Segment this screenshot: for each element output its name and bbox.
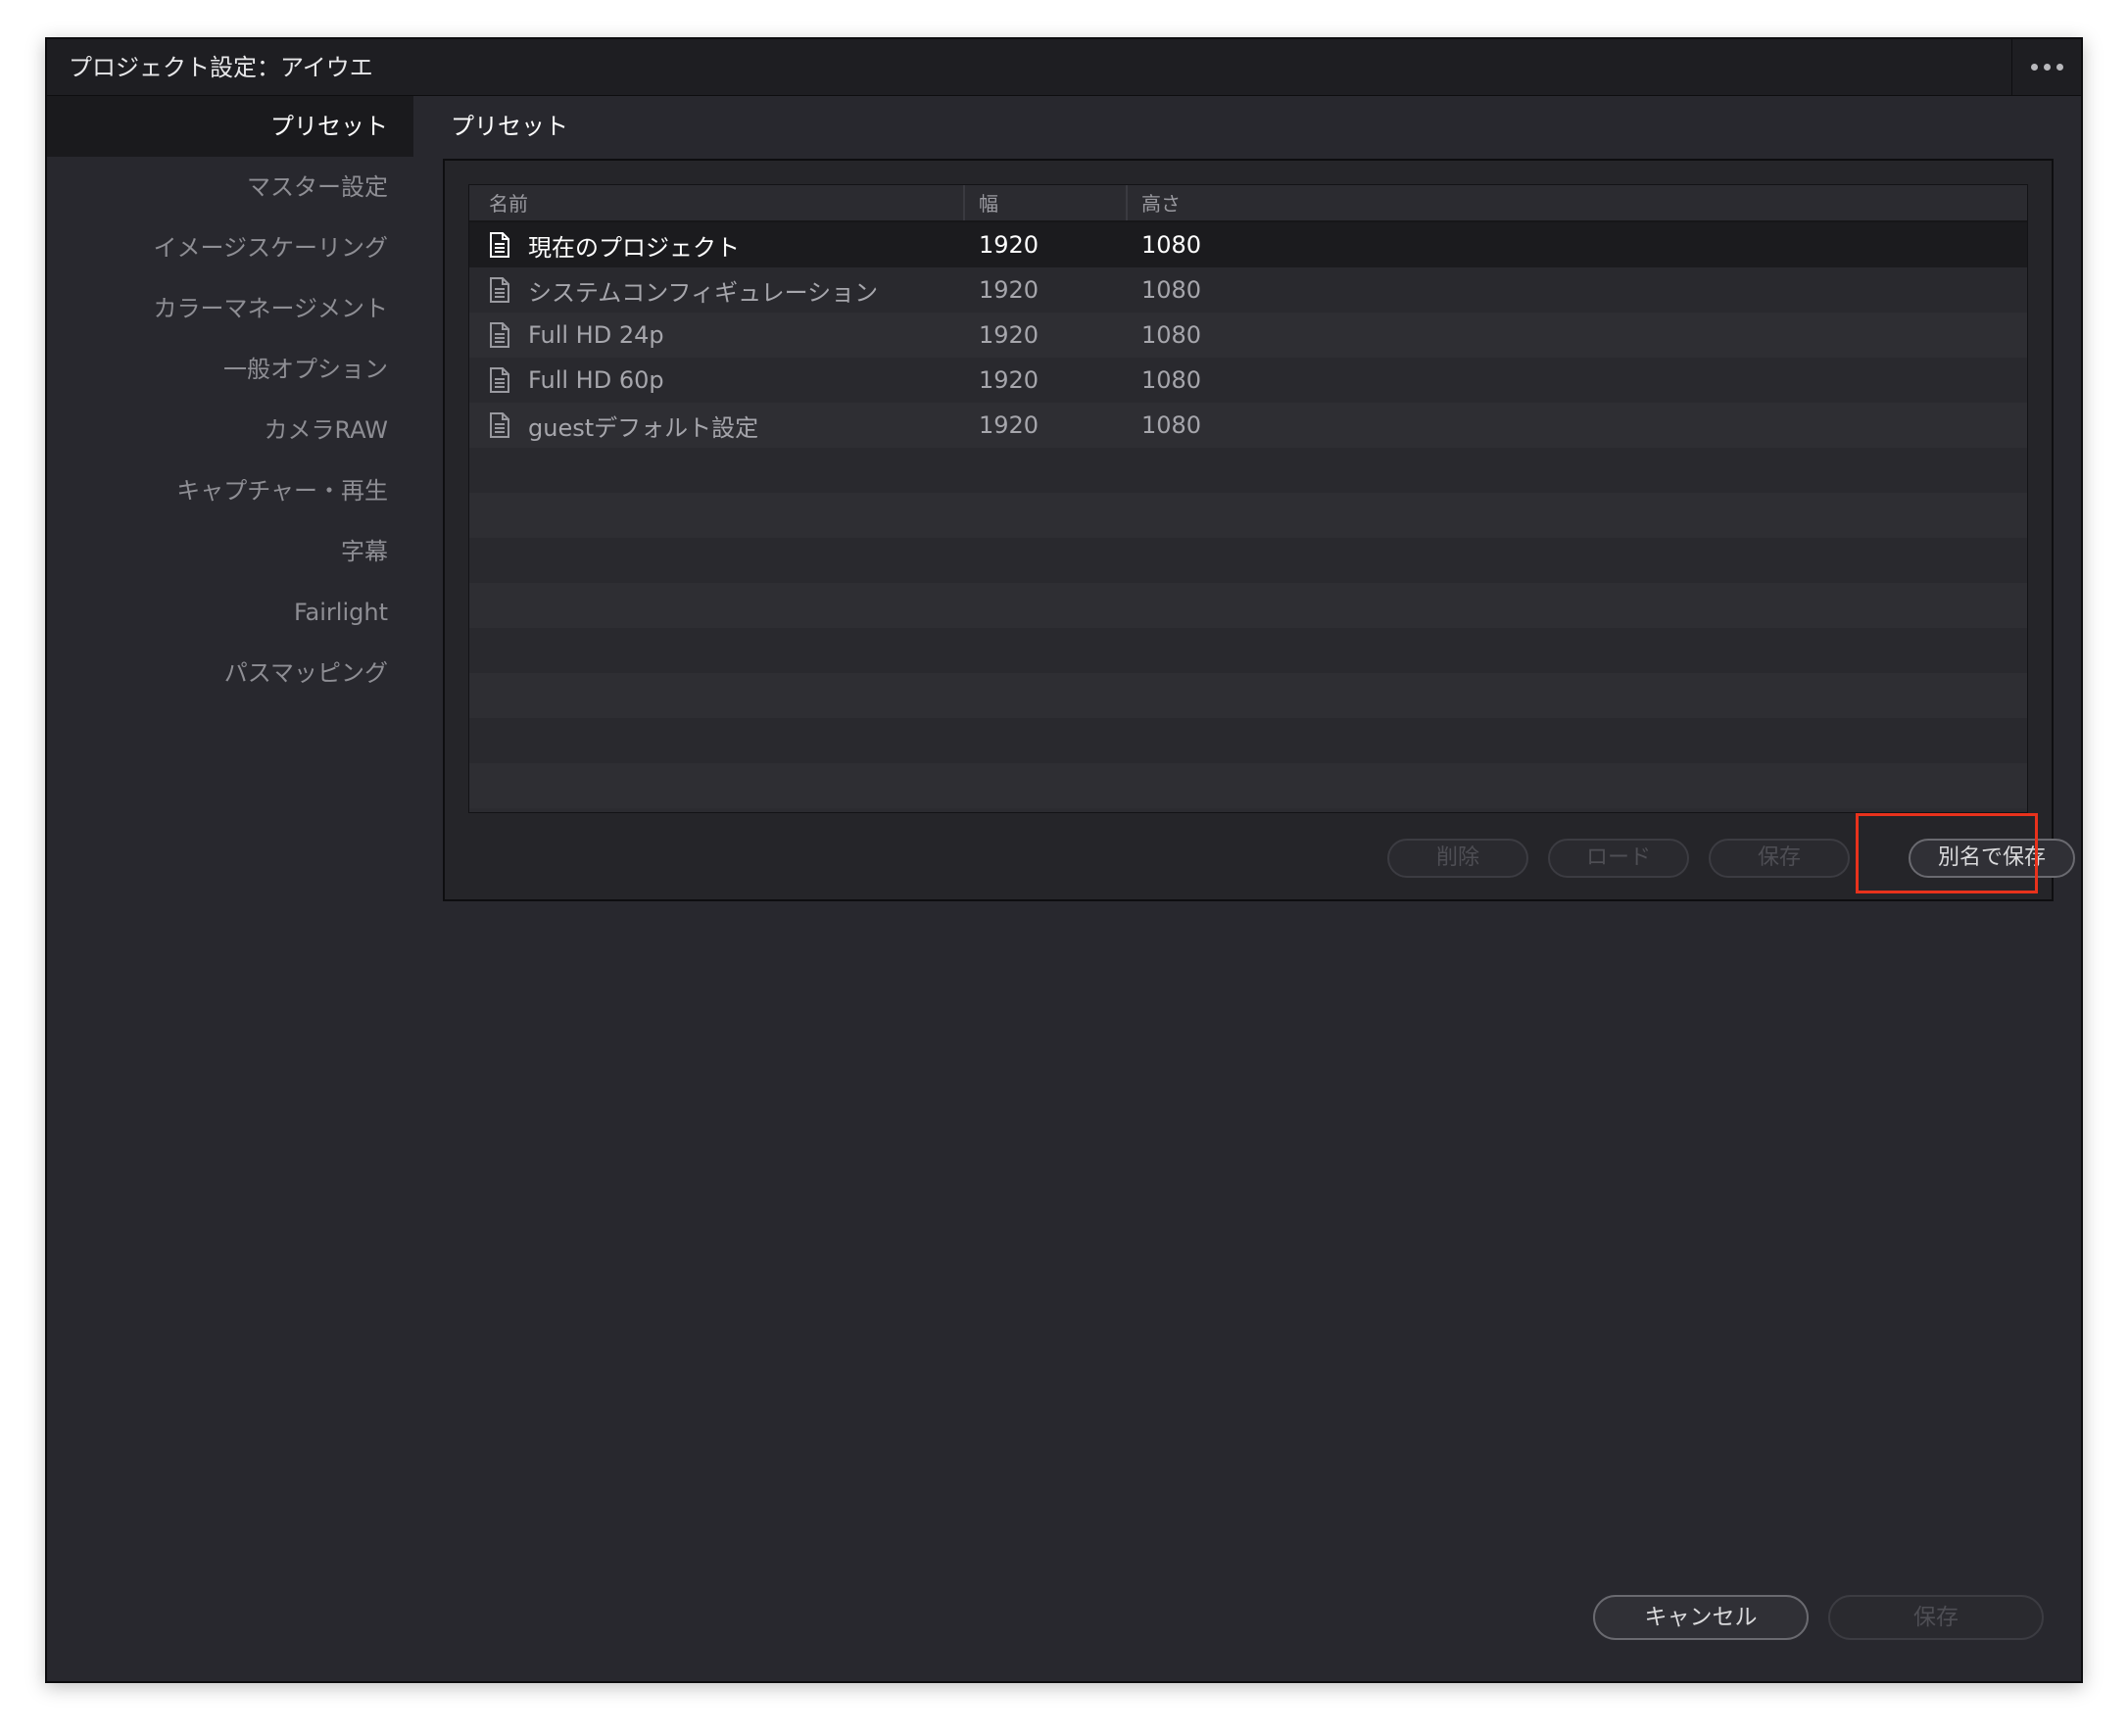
empty-row <box>469 718 2027 763</box>
document-icon <box>489 231 510 259</box>
empty-row <box>469 628 2027 673</box>
presets-table: 名前 幅 高さ 現在のプロジェクト 1920 1080 システムコンフィギュレー… <box>468 184 2028 813</box>
preset-width: 1920 <box>979 231 1040 259</box>
presets-panel: 名前 幅 高さ 現在のプロジェクト 1920 1080 システムコンフィギュレー… <box>443 159 2075 901</box>
sidebar-item-fairlight[interactable]: Fairlight <box>47 582 413 643</box>
empty-row <box>469 673 2027 718</box>
window-title: プロジェクト設定：アイウエ <box>69 54 373 81</box>
sidebar-item-capture-playback[interactable]: キャプチャー・再生 <box>47 460 413 521</box>
table-body: 現在のプロジェクト 1920 1080 システムコンフィギュレーション 1920… <box>469 222 2027 808</box>
table-row[interactable]: 現在のプロジェクト 1920 1080 <box>469 222 2027 267</box>
sidebar-item-master-settings[interactable]: マスター設定 <box>47 157 413 217</box>
sidebar-item-camera-raw[interactable]: カメラRAW <box>47 400 413 460</box>
sidebar-item-color-management[interactable]: カラーマネージメント <box>47 278 413 339</box>
section-title: プリセット <box>451 113 568 140</box>
document-icon <box>489 411 510 439</box>
more-options-button[interactable] <box>2011 39 2081 95</box>
save-preset-button[interactable]: 保存 <box>1709 839 1850 878</box>
table-row[interactable]: Full HD 60p 1920 1080 <box>469 358 2027 403</box>
document-icon <box>489 366 510 394</box>
sidebar-item-presets[interactable]: プリセット <box>47 96 413 157</box>
ellipsis-icon <box>2043 64 2051 71</box>
save-as-button[interactable]: 別名で保存 <box>1909 839 2075 878</box>
empty-row <box>469 763 2027 808</box>
empty-row <box>469 493 2027 538</box>
table-row[interactable]: システムコンフィギュレーション 1920 1080 <box>469 267 2027 313</box>
sidebar-item-general-options[interactable]: 一般オプション <box>47 339 413 400</box>
preset-width: 1920 <box>979 366 1040 394</box>
sidebar-item-image-scaling[interactable]: イメージスケーリング <box>47 217 413 278</box>
preset-name: 現在のプロジェクト <box>528 233 740 262</box>
preset-name: guestデフォルト設定 <box>528 413 759 442</box>
preset-height: 1080 <box>1141 366 1202 394</box>
title-bar: プロジェクト設定：アイウエ <box>47 39 2081 96</box>
table-row[interactable]: Full HD 24p 1920 1080 <box>469 313 2027 358</box>
preset-width: 1920 <box>979 276 1040 304</box>
column-header-name[interactable]: 名前 <box>469 185 965 220</box>
document-icon <box>489 321 510 349</box>
column-header-width[interactable]: 幅 <box>965 185 1128 220</box>
table-header: 名前 幅 高さ <box>469 185 2027 222</box>
table-row[interactable]: guestデフォルト設定 1920 1080 <box>469 403 2027 448</box>
preset-height: 1080 <box>1141 411 1202 439</box>
preset-width: 1920 <box>979 411 1040 439</box>
preset-height: 1080 <box>1141 321 1202 349</box>
preset-width: 1920 <box>979 321 1040 349</box>
save-button[interactable]: 保存 <box>1828 1595 2044 1640</box>
empty-row <box>469 538 2027 583</box>
project-settings-window: プロジェクト設定：アイウエ プリセット マスター設定 イメージスケーリング カラ… <box>45 37 2083 1683</box>
empty-row <box>469 448 2027 493</box>
column-header-height[interactable]: 高さ <box>1128 185 2027 220</box>
sidebar-item-subtitles[interactable]: 字幕 <box>47 521 413 582</box>
preset-name: システムコンフィギュレーション <box>528 278 879 307</box>
ellipsis-icon <box>2030 64 2038 71</box>
load-button[interactable]: ロード <box>1548 839 1689 878</box>
preset-height: 1080 <box>1141 231 1202 259</box>
preset-name: Full HD 24p <box>528 321 664 349</box>
preset-height: 1080 <box>1141 276 1202 304</box>
settings-sidebar: プリセット マスター設定 イメージスケーリング カラーマネージメント 一般オプシ… <box>47 96 413 703</box>
document-icon <box>489 276 510 304</box>
sidebar-item-path-mapping[interactable]: パスマッピング <box>47 643 413 703</box>
preset-name: Full HD 60p <box>528 366 664 394</box>
ellipsis-icon <box>2055 64 2063 71</box>
delete-button[interactable]: 削除 <box>1387 839 1528 878</box>
empty-row <box>469 583 2027 628</box>
cancel-button[interactable]: キャンセル <box>1593 1595 1809 1640</box>
